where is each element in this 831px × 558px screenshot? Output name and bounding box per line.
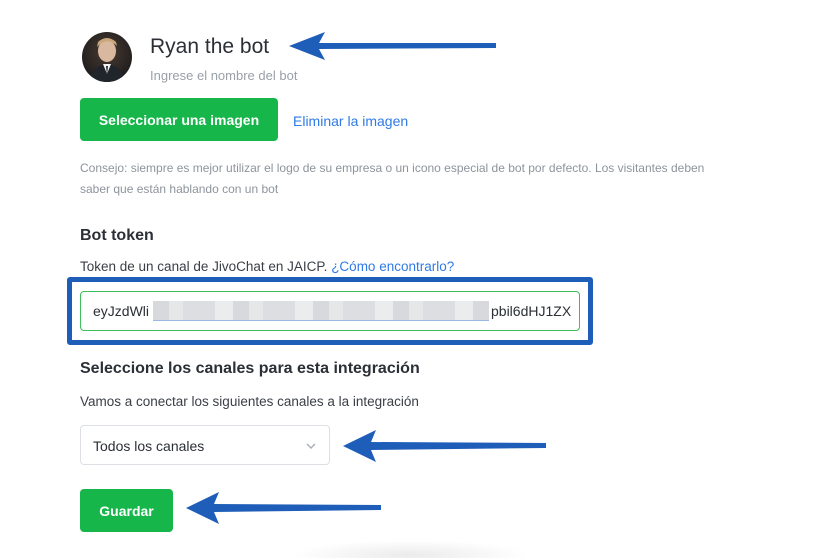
channels-description: Vamos a conectar los siguientes canales … (80, 394, 419, 409)
token-redacted-area (153, 301, 489, 321)
avatar-photo-icon (88, 38, 126, 82)
bot-token-input[interactable]: eyJzdWli pbil6dHJ1ZX (80, 291, 580, 331)
token-value-end: pbil6dHJ1ZX (491, 303, 572, 319)
image-tip: Consejo: siempre es mejor utilizar el lo… (80, 161, 705, 196)
bot-avatar[interactable] (82, 32, 132, 82)
annotation-arrow-icon (343, 430, 546, 462)
token-value-start: eyJzdWli (93, 303, 150, 319)
bot-name-input[interactable]: Ryan the bot (150, 34, 269, 60)
bot-token-description-text: Token de un canal de JivoChat en JAICP. (80, 259, 328, 274)
select-image-button[interactable]: Seleccionar una imagen (80, 98, 278, 141)
annotation-arrow-icon (289, 32, 496, 60)
save-button[interactable]: Guardar (80, 489, 173, 532)
bot-settings-page: Ryan the bot Ingrese el nombre del bot S… (0, 0, 831, 558)
chevron-down-icon (306, 443, 316, 449)
delete-image-link[interactable]: Eliminar la imagen (293, 113, 408, 129)
channels-select-value: Todos los canales (93, 438, 205, 454)
bot-token-description: Token de un canal de JivoChat en JAICP. … (80, 259, 454, 274)
channels-title: Seleccione los canales para esta integra… (80, 360, 420, 377)
bot-name-hint: Ingrese el nombre del bot (150, 68, 298, 83)
bottom-shadow (290, 540, 530, 558)
bot-token-title: Bot token (80, 227, 154, 244)
channels-select[interactable]: Todos los canales (80, 425, 330, 465)
annotation-arrow-icon (186, 492, 381, 524)
how-to-find-link[interactable]: ¿Cómo encontrarlo? (331, 259, 454, 274)
